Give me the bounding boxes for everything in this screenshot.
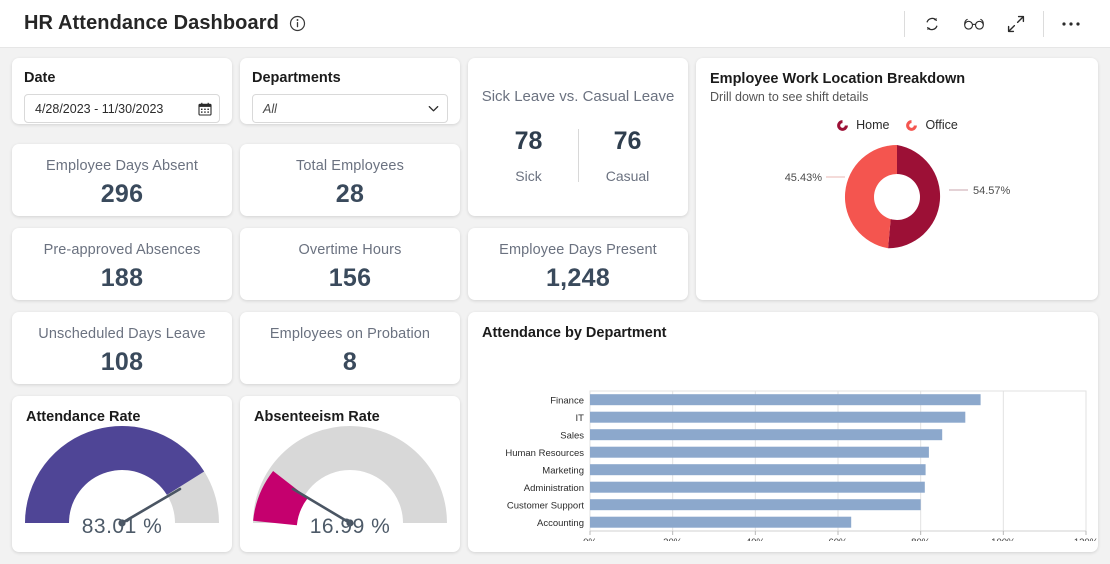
category-axis: Finance IT Sales Human Resources Marketi… [505, 396, 584, 530]
svg-text:60%: 60% [828, 537, 848, 541]
bar-finance [590, 394, 981, 406]
svg-text:Customer Support: Customer Support [507, 501, 584, 512]
work-location-title: Employee Work Location Breakdown [710, 71, 966, 87]
kpi-title: Employee Days Absent [46, 158, 198, 174]
sick-label: Sick [515, 168, 542, 184]
svg-text:20%: 20% [663, 537, 683, 541]
metric-divider [577, 129, 579, 182]
departments-dropdown[interactable]: All [252, 94, 448, 123]
donut-hole [874, 174, 920, 220]
bar-customer-support [590, 499, 921, 511]
date-range-value: 4/28/2023 - 11/30/2023 [35, 101, 164, 116]
departments-filter-card: Departments All [240, 58, 460, 124]
svg-text:100%: 100% [991, 537, 1016, 541]
svg-text:Marketing: Marketing [542, 466, 584, 477]
kpi-card-overtime-hours[interactable]: Overtime Hours 156 [240, 228, 460, 300]
kpi-title: Employee Days Present [499, 242, 657, 258]
calendar-icon[interactable] [191, 102, 219, 116]
attendance-by-department-card[interactable]: Attendance by Department Finance IT Sale… [468, 312, 1098, 552]
svg-text:Accounting: Accounting [537, 518, 584, 529]
svg-text:Human Resources: Human Resources [505, 448, 584, 459]
kpi-title: Pre-approved Absences [43, 242, 201, 258]
kpi-card-employee-days-absent[interactable]: Employee Days Absent 296 [12, 144, 232, 216]
toolbar-divider-left [904, 10, 905, 37]
chevron-down-icon[interactable] [419, 101, 447, 116]
svg-text:80%: 80% [911, 537, 931, 541]
kpi-card-employee-days-present[interactable]: Employee Days Present 1,248 [468, 228, 688, 300]
work-location-subtitle: Drill down to see shift details [710, 90, 869, 104]
kpi-card-employees-on-probation[interactable]: Employees on Probation 8 [240, 312, 460, 384]
page-title: HR Attendance Dashboard [24, 12, 279, 34]
toolbar-divider-right [1043, 10, 1044, 37]
kpi-card-pre-approved-absences[interactable]: Pre-approved Absences 188 [12, 228, 232, 300]
sick-vs-casual-card[interactable]: Sick Leave vs. Casual Leave 78 Sick 76 C… [468, 58, 688, 216]
departments-selected-value: All [263, 101, 277, 116]
work-location-chart-card[interactable]: Employee Work Location Breakdown Drill d… [696, 58, 1098, 300]
sick-value: 78 [514, 127, 543, 155]
kpi-value: 108 [100, 348, 144, 376]
svg-text:IT: IT [576, 413, 585, 424]
donut-value-office: 45.43% [785, 172, 823, 184]
date-filter-label: Date [24, 70, 56, 86]
date-range-input[interactable]: 4/28/2023 - 11/30/2023 [24, 94, 220, 123]
sick-vs-casual-title: Sick Leave vs. Casual Leave [481, 88, 675, 105]
bar-it [590, 411, 966, 423]
svg-text:0%: 0% [583, 537, 597, 541]
kpi-value: 296 [100, 180, 144, 208]
casual-label: Casual [605, 168, 650, 184]
kpi-value: 28 [335, 180, 365, 208]
value-axis: 0% 20% 40% 60% 80% 100% 120% [583, 530, 1098, 541]
glasses-icon[interactable] [953, 8, 995, 40]
attendance-rate-card[interactable]: Attendance Rate 83.01 % [12, 396, 232, 552]
bar-administration [590, 481, 925, 493]
casual-value: 76 [613, 127, 642, 155]
attendance-by-department-title: Attendance by Department [482, 325, 667, 341]
legend-marker-home-icon [837, 119, 848, 131]
kpi-title: Employees on Probation [269, 326, 431, 342]
app-header: HR Attendance Dashboard [0, 0, 1110, 48]
svg-text:120%: 120% [1074, 537, 1098, 541]
bar-human-resources [590, 446, 929, 458]
legend-marker-office-icon [906, 119, 918, 131]
absenteeism-rate-title: Absenteeism Rate [254, 409, 380, 425]
date-filter-card: Date 4/28/2023 - 11/30/2023 [12, 58, 232, 124]
info-circle-icon[interactable] [289, 15, 306, 32]
refresh-icon[interactable] [911, 8, 953, 40]
legend-item-office[interactable]: Office [905, 118, 958, 132]
work-location-donut-chart[interactable]: 54.57% 45.43% [696, 132, 1098, 262]
svg-text:Sales: Sales [560, 431, 584, 442]
dashboard-page: HR Attendance Dashboard Date 4/28/2023 -… [0, 0, 1110, 564]
header-toolbar [898, 0, 1110, 47]
casual-metric: 76 Casual [585, 127, 671, 184]
legend-label-home: Home [856, 118, 890, 132]
donut-legend: Home Office [696, 118, 1098, 132]
absenteeism-rate-card[interactable]: Absenteeism Rate 16.99 % [240, 396, 460, 552]
sick-vs-casual-values: 78 Sick 76 Casual [468, 127, 688, 184]
kpi-title: Total Employees [296, 158, 404, 174]
legend-label-office: Office [925, 118, 958, 132]
bar-sales [590, 429, 943, 441]
bar-marketing [590, 464, 926, 476]
attendance-by-department-chart[interactable]: Finance IT Sales Human Resources Marketi… [468, 341, 1098, 541]
svg-text:Administration: Administration [524, 483, 584, 494]
svg-text:40%: 40% [746, 537, 766, 541]
legend-item-home[interactable]: Home [836, 118, 889, 132]
kpi-title: Overtime Hours [298, 242, 402, 258]
attendance-rate-title: Attendance Rate [26, 409, 141, 425]
svg-text:Finance: Finance [550, 396, 584, 407]
donut-value-home: 54.57% [973, 185, 1011, 197]
expand-icon[interactable] [995, 8, 1037, 40]
kpi-value: 156 [328, 264, 372, 292]
bar-accounting [590, 516, 852, 528]
kpi-value: 8 [342, 348, 358, 376]
kpi-title: Unscheduled Days Leave [38, 326, 206, 342]
departments-filter-label: Departments [252, 70, 341, 86]
sick-metric: 78 Sick [486, 127, 572, 184]
more-options-icon[interactable] [1050, 8, 1092, 40]
kpi-card-unscheduled-days-leave[interactable]: Unscheduled Days Leave 108 [12, 312, 232, 384]
kpi-value: 188 [100, 264, 144, 292]
kpi-card-total-employees[interactable]: Total Employees 28 [240, 144, 460, 216]
kpi-value: 1,248 [545, 264, 611, 292]
